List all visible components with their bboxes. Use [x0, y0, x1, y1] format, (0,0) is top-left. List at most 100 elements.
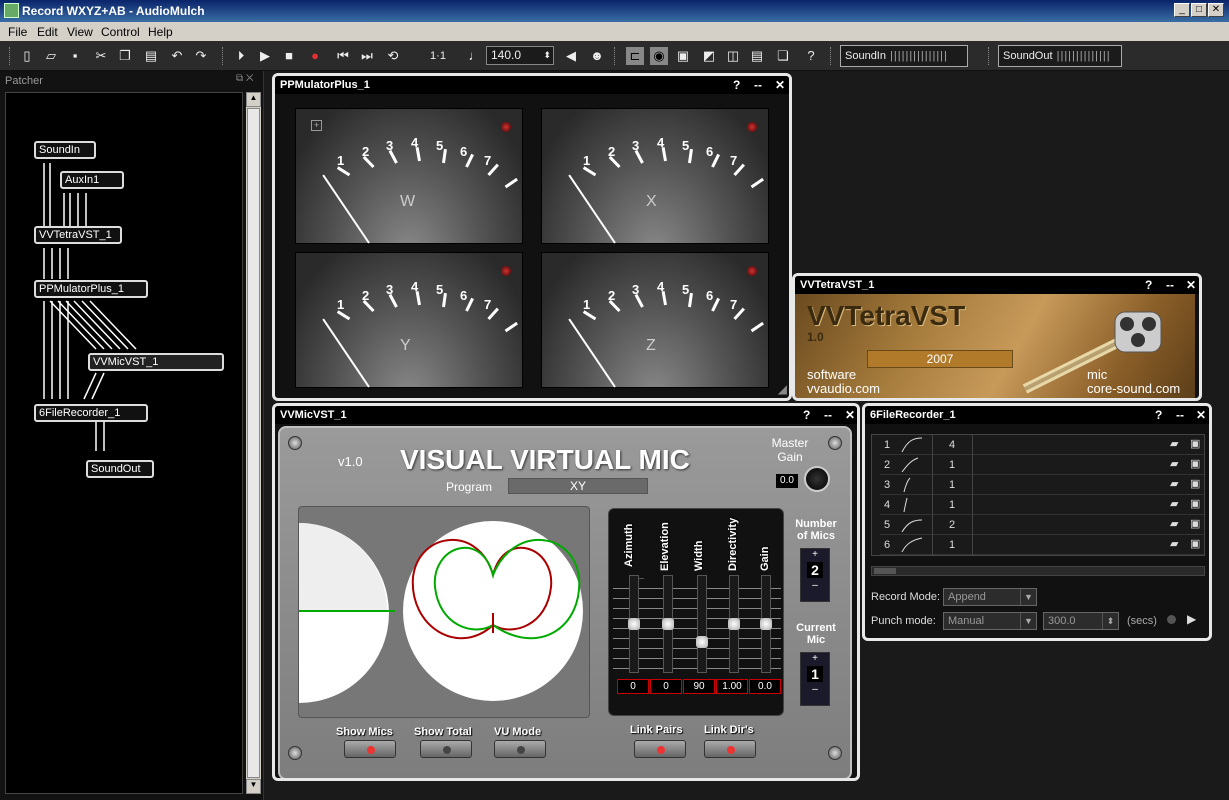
parameters-view-icon[interactable]: ◉: [650, 47, 668, 65]
loop-icon[interactable]: ⟲: [384, 47, 402, 65]
expand-icon[interactable]: +: [311, 120, 322, 131]
contraption-icon[interactable]: ▣: [674, 47, 692, 65]
layers-icon[interactable]: ❏: [774, 47, 792, 65]
menu-view[interactable]: View: [67, 25, 93, 39]
monitor-icon[interactable]: ☻: [588, 47, 606, 65]
spin-icon[interactable]: ⬍: [543, 47, 551, 64]
punch-time-input[interactable]: 300.0 ⬍: [1043, 612, 1119, 630]
play-from-start-icon[interactable]: ⏵: [232, 47, 250, 65]
width-fader[interactable]: [696, 575, 708, 673]
open-folder-icon[interactable]: ▱: [42, 47, 60, 65]
node-vvmic[interactable]: VVMicVST_1: [88, 353, 224, 371]
fader-knob[interactable]: [728, 618, 740, 630]
notes-icon[interactable]: ▤: [748, 47, 766, 65]
help-button[interactable]: ?: [1145, 278, 1152, 292]
help-button[interactable]: ?: [803, 408, 810, 422]
play-icon[interactable]: ▶: [1187, 612, 1196, 626]
file-icon[interactable]: ▣: [1190, 477, 1200, 490]
copy-icon[interactable]: ❐: [116, 47, 134, 65]
resize-grip-icon[interactable]: ◢: [778, 382, 787, 396]
tempo-input[interactable]: 140.0 ⬍: [486, 46, 554, 65]
node-ppmulator[interactable]: PPMulatorPlus_1: [34, 280, 148, 298]
node-sound-in[interactable]: SoundIn: [34, 141, 96, 159]
help-icon[interactable]: ?: [802, 47, 820, 65]
elevation-value[interactable]: 0: [650, 679, 682, 694]
play-icon[interactable]: ▶: [256, 47, 274, 65]
undock-icon[interactable]: ⧉ ✕: [236, 73, 254, 84]
recorder-track-row[interactable]: 4 1 ▰ ▣: [880, 495, 1204, 515]
new-file-icon[interactable]: ▯: [18, 47, 36, 65]
paste-icon[interactable]: ▤: [142, 47, 160, 65]
patcher-view-icon[interactable]: ⊏: [626, 47, 644, 65]
vu-mode-button[interactable]: [494, 740, 546, 758]
file-icon[interactable]: ▣: [1190, 537, 1200, 550]
close-button[interactable]: ✕: [1208, 3, 1224, 17]
open-folder-icon[interactable]: ▰: [1170, 537, 1178, 550]
menu-control[interactable]: Control: [101, 25, 140, 39]
close-panel-button[interactable]: ✕: [775, 78, 785, 92]
link-pairs-button[interactable]: [634, 740, 686, 758]
scroll-up-arrow[interactable]: ▲: [246, 92, 261, 107]
automation-icon[interactable]: ◩: [700, 47, 718, 65]
forward-icon[interactable]: ⏭: [358, 47, 376, 65]
scroll-thumb[interactable]: [874, 568, 896, 574]
directivity-value[interactable]: 1.00: [716, 679, 748, 694]
fader-knob[interactable]: [696, 636, 708, 648]
minimize-button[interactable]: _: [1174, 3, 1190, 17]
link-dirs-button[interactable]: [704, 740, 756, 758]
show-mics-button[interactable]: [344, 740, 396, 758]
minimize-panel-button[interactable]: --: [754, 78, 762, 92]
minimize-panel-button[interactable]: --: [1166, 278, 1174, 292]
fader-knob[interactable]: [628, 618, 640, 630]
help-button[interactable]: ?: [733, 78, 740, 92]
gain-fader[interactable]: [760, 575, 772, 673]
speaker-icon[interactable]: ◀: [562, 47, 580, 65]
fader-knob[interactable]: [760, 618, 772, 630]
node-vvtetra[interactable]: VVTetraVST_1: [34, 226, 122, 244]
file-icon[interactable]: ▣: [1190, 457, 1200, 470]
punch-mode-select[interactable]: Manual ▼: [943, 612, 1037, 630]
open-folder-icon[interactable]: ▰: [1170, 437, 1178, 450]
save-icon[interactable]: ▪: [66, 47, 84, 65]
close-panel-button[interactable]: ✕: [845, 408, 855, 422]
recorder-track-row[interactable]: 3 1 ▰ ▣: [880, 475, 1204, 495]
width-value[interactable]: 90: [683, 679, 715, 694]
open-folder-icon[interactable]: ▰: [1170, 497, 1178, 510]
increment-icon[interactable]: +: [801, 549, 829, 560]
number-of-mics-stepper[interactable]: + 2 –: [800, 548, 830, 602]
help-button[interactable]: ?: [1155, 408, 1162, 422]
undo-icon[interactable]: ↶: [168, 47, 186, 65]
rewind-icon[interactable]: ⏮: [334, 47, 352, 65]
node-aux-in[interactable]: AuxIn1: [60, 171, 124, 189]
open-folder-icon[interactable]: ▰: [1170, 477, 1178, 490]
record-mode-select[interactable]: Append ▼: [943, 588, 1037, 606]
show-total-button[interactable]: [420, 740, 472, 758]
file-icon[interactable]: ▣: [1190, 497, 1200, 510]
recorder-scrollbar[interactable]: [871, 566, 1205, 576]
mixer-icon[interactable]: ◫: [724, 47, 742, 65]
patcher-scrollbar[interactable]: ▲ ▼: [246, 92, 261, 794]
directivity-fader[interactable]: [728, 575, 740, 673]
decrement-icon[interactable]: –: [801, 684, 829, 695]
menu-edit[interactable]: Edit: [37, 25, 58, 39]
minimize-panel-button[interactable]: --: [1176, 408, 1184, 422]
program-select[interactable]: XY: [508, 478, 648, 494]
current-mic-stepper[interactable]: + 1 –: [800, 652, 830, 706]
open-folder-icon[interactable]: ▰: [1170, 457, 1178, 470]
recorder-track-row[interactable]: 2 1 ▰ ▣: [880, 455, 1204, 475]
redo-icon[interactable]: ↷: [192, 47, 210, 65]
stop-icon[interactable]: ■: [280, 47, 298, 65]
patcher-canvas[interactable]: SoundIn AuxIn1 VVTetraVST_1 PPMulatorPlu…: [5, 92, 243, 794]
recorder-track-row[interactable]: 5 2 ▰ ▣: [880, 515, 1204, 535]
increment-icon[interactable]: +: [801, 653, 829, 664]
scroll-thumb[interactable]: [247, 108, 260, 778]
menu-file[interactable]: File: [8, 25, 27, 39]
record-icon[interactable]: ●: [306, 47, 324, 65]
recorder-track-row[interactable]: 6 1 ▰ ▣: [880, 535, 1204, 555]
scroll-down-arrow[interactable]: ▼: [246, 779, 261, 794]
open-folder-icon[interactable]: ▰: [1170, 517, 1178, 530]
azimuth-value[interactable]: 0: [617, 679, 649, 694]
recorder-track-row[interactable]: 1 4 ▰ ▣: [880, 435, 1204, 455]
fader-knob[interactable]: [662, 618, 674, 630]
file-icon[interactable]: ▣: [1190, 517, 1200, 530]
